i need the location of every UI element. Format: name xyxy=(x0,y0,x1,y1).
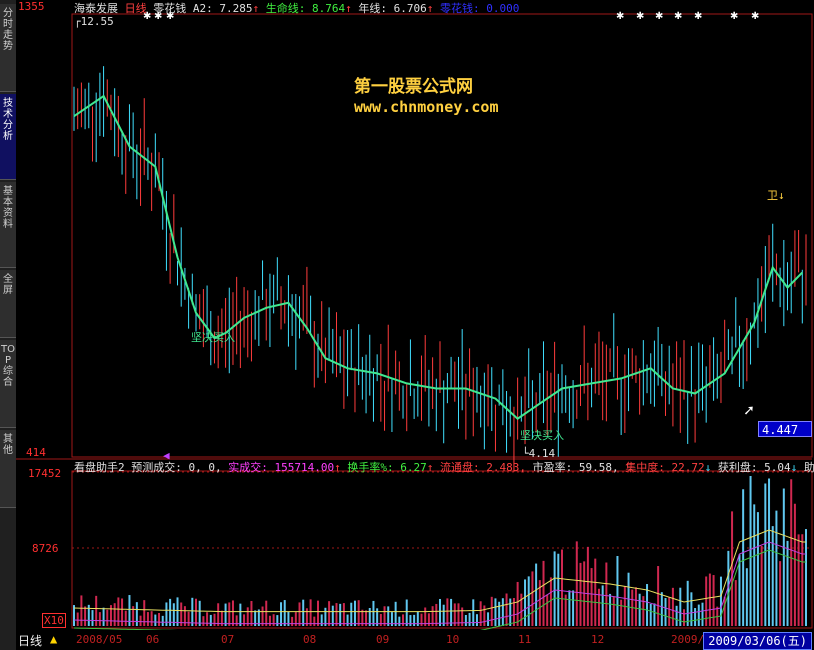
time-tick-label: 2009/ xyxy=(671,633,705,646)
a2-ma-line xyxy=(73,94,804,420)
year-label: 年线: xyxy=(358,2,387,15)
vol-unit-label: X10 xyxy=(42,613,66,628)
vol-axis-mid: 8726 xyxy=(32,542,59,555)
price-axis-bottom: 414 xyxy=(26,446,46,459)
time-tick-label: 06 xyxy=(146,633,160,646)
star-marker-icon: ✱ xyxy=(751,11,759,22)
pe-value: 59.58, xyxy=(578,461,619,474)
money-label: 零花钱: xyxy=(440,2,480,15)
time-tick-label: 11 xyxy=(518,633,532,646)
star-marker-icon: ✱ xyxy=(655,11,663,22)
volume-bars xyxy=(73,476,807,626)
time-tick-label: 07 xyxy=(221,633,235,646)
life-arrow-icon: ↑ xyxy=(345,2,352,15)
turnover-label: 换手率%: xyxy=(347,461,394,474)
current-price-badge: 4.447 xyxy=(758,421,812,437)
life-label: 生命线: xyxy=(265,2,306,15)
turnover-value: 6.27 xyxy=(400,461,427,474)
deal-label: 实成交: xyxy=(228,461,268,474)
money-value: 0.000 xyxy=(486,2,520,15)
watermark-title: 第一股票公式网 xyxy=(354,77,473,97)
life-value: 8.764 xyxy=(312,2,346,15)
conc-arrow-icon: ↓ xyxy=(704,461,712,474)
volume-header: 看盘助手2 预测成交: 0, 0, 实成交: 155714.00↑ 换手率%: … xyxy=(74,461,814,474)
buy-signal-2: 坚决买入 xyxy=(520,429,564,442)
profit-label: 获利盘: xyxy=(717,461,758,474)
star-marker-icon: ✱ xyxy=(616,11,624,22)
current-date-badge: 2009/03/06(五) xyxy=(703,632,812,650)
turnover-arrow-icon: ↑ xyxy=(426,461,434,474)
deal-arrow-icon: ↑ xyxy=(334,461,341,474)
stock-name: 海泰发展 xyxy=(74,2,118,15)
warning-triangle-icon[interactable]: ▲ xyxy=(50,632,57,646)
profit-value: 5.04 xyxy=(764,461,791,474)
period-button[interactable]: 日线 xyxy=(18,632,42,649)
float-label: 流通盘: xyxy=(439,461,480,474)
ma-line xyxy=(73,94,804,420)
star-marker-icon: ✱ xyxy=(694,11,702,22)
vol-axis-top: 17452 xyxy=(28,467,62,480)
star-marker-icon: ✱ xyxy=(674,11,682,22)
vol-indicator-name: 看盘助手2 xyxy=(74,461,125,474)
min-price-label: └4.14 xyxy=(522,447,556,460)
year-value: 6.706 xyxy=(393,2,427,15)
a2-arrow-icon: ↑ xyxy=(252,2,260,15)
time-tick-label: 2008/05 xyxy=(76,633,123,646)
indicator-name: 零花钱 xyxy=(153,2,187,15)
max-price-value: 12.55 xyxy=(80,15,114,28)
mouse-cursor-icon: ➚ xyxy=(744,401,754,420)
sell-mark: 卫↓ xyxy=(767,189,785,202)
price-header: 海泰发展 日线 零花钱 A2: 7.285↑ 生命线: 8.764↑ 年线: 6… xyxy=(74,2,519,15)
a2-label: A2: xyxy=(192,2,213,15)
conc-label: 集中度: xyxy=(625,461,665,474)
min-price-value: 4.14 xyxy=(528,447,556,460)
year-arrow-icon: ↑ xyxy=(426,2,434,15)
a2-value: 7.285 xyxy=(219,2,253,15)
time-tick-label: 10 xyxy=(446,633,460,646)
buy-signal-1: 坚决买入 xyxy=(191,331,235,344)
pe-label: 市盈率: xyxy=(532,461,573,474)
deal-value: 155714.00 xyxy=(274,461,335,474)
status-bar: 日线 ▲ 2008/05 06 07 08 09 10 11 12 2009/ 2009/03/… xyxy=(16,630,814,650)
scroll-left-icon[interactable]: ◀ xyxy=(163,449,170,462)
forecast-value: 0, 0, xyxy=(188,461,222,474)
forecast-label: 预测成交: xyxy=(131,461,182,474)
star-marker-icon: ✱ xyxy=(730,11,738,22)
axis-top-fragment: 1355 xyxy=(18,0,45,13)
candles xyxy=(73,66,807,472)
star-marker-icon: ✱ xyxy=(636,11,644,22)
time-tick-label: 12 xyxy=(591,633,605,646)
time-tick-label: 09 xyxy=(376,633,390,646)
period-label: 日线 xyxy=(124,2,147,15)
conc-value: 22.72 xyxy=(671,461,705,474)
profit-arrow-icon: ↓ xyxy=(790,461,798,474)
max-price-label: ┌12.55 xyxy=(74,15,114,28)
volume-panel-frame xyxy=(71,470,813,629)
time-tick-label: 08 xyxy=(303,633,317,646)
float-value: 2.483, xyxy=(486,461,526,474)
assist-label: 助 xyxy=(803,461,814,474)
watermark-url: www.chnmoney.com xyxy=(354,98,499,116)
